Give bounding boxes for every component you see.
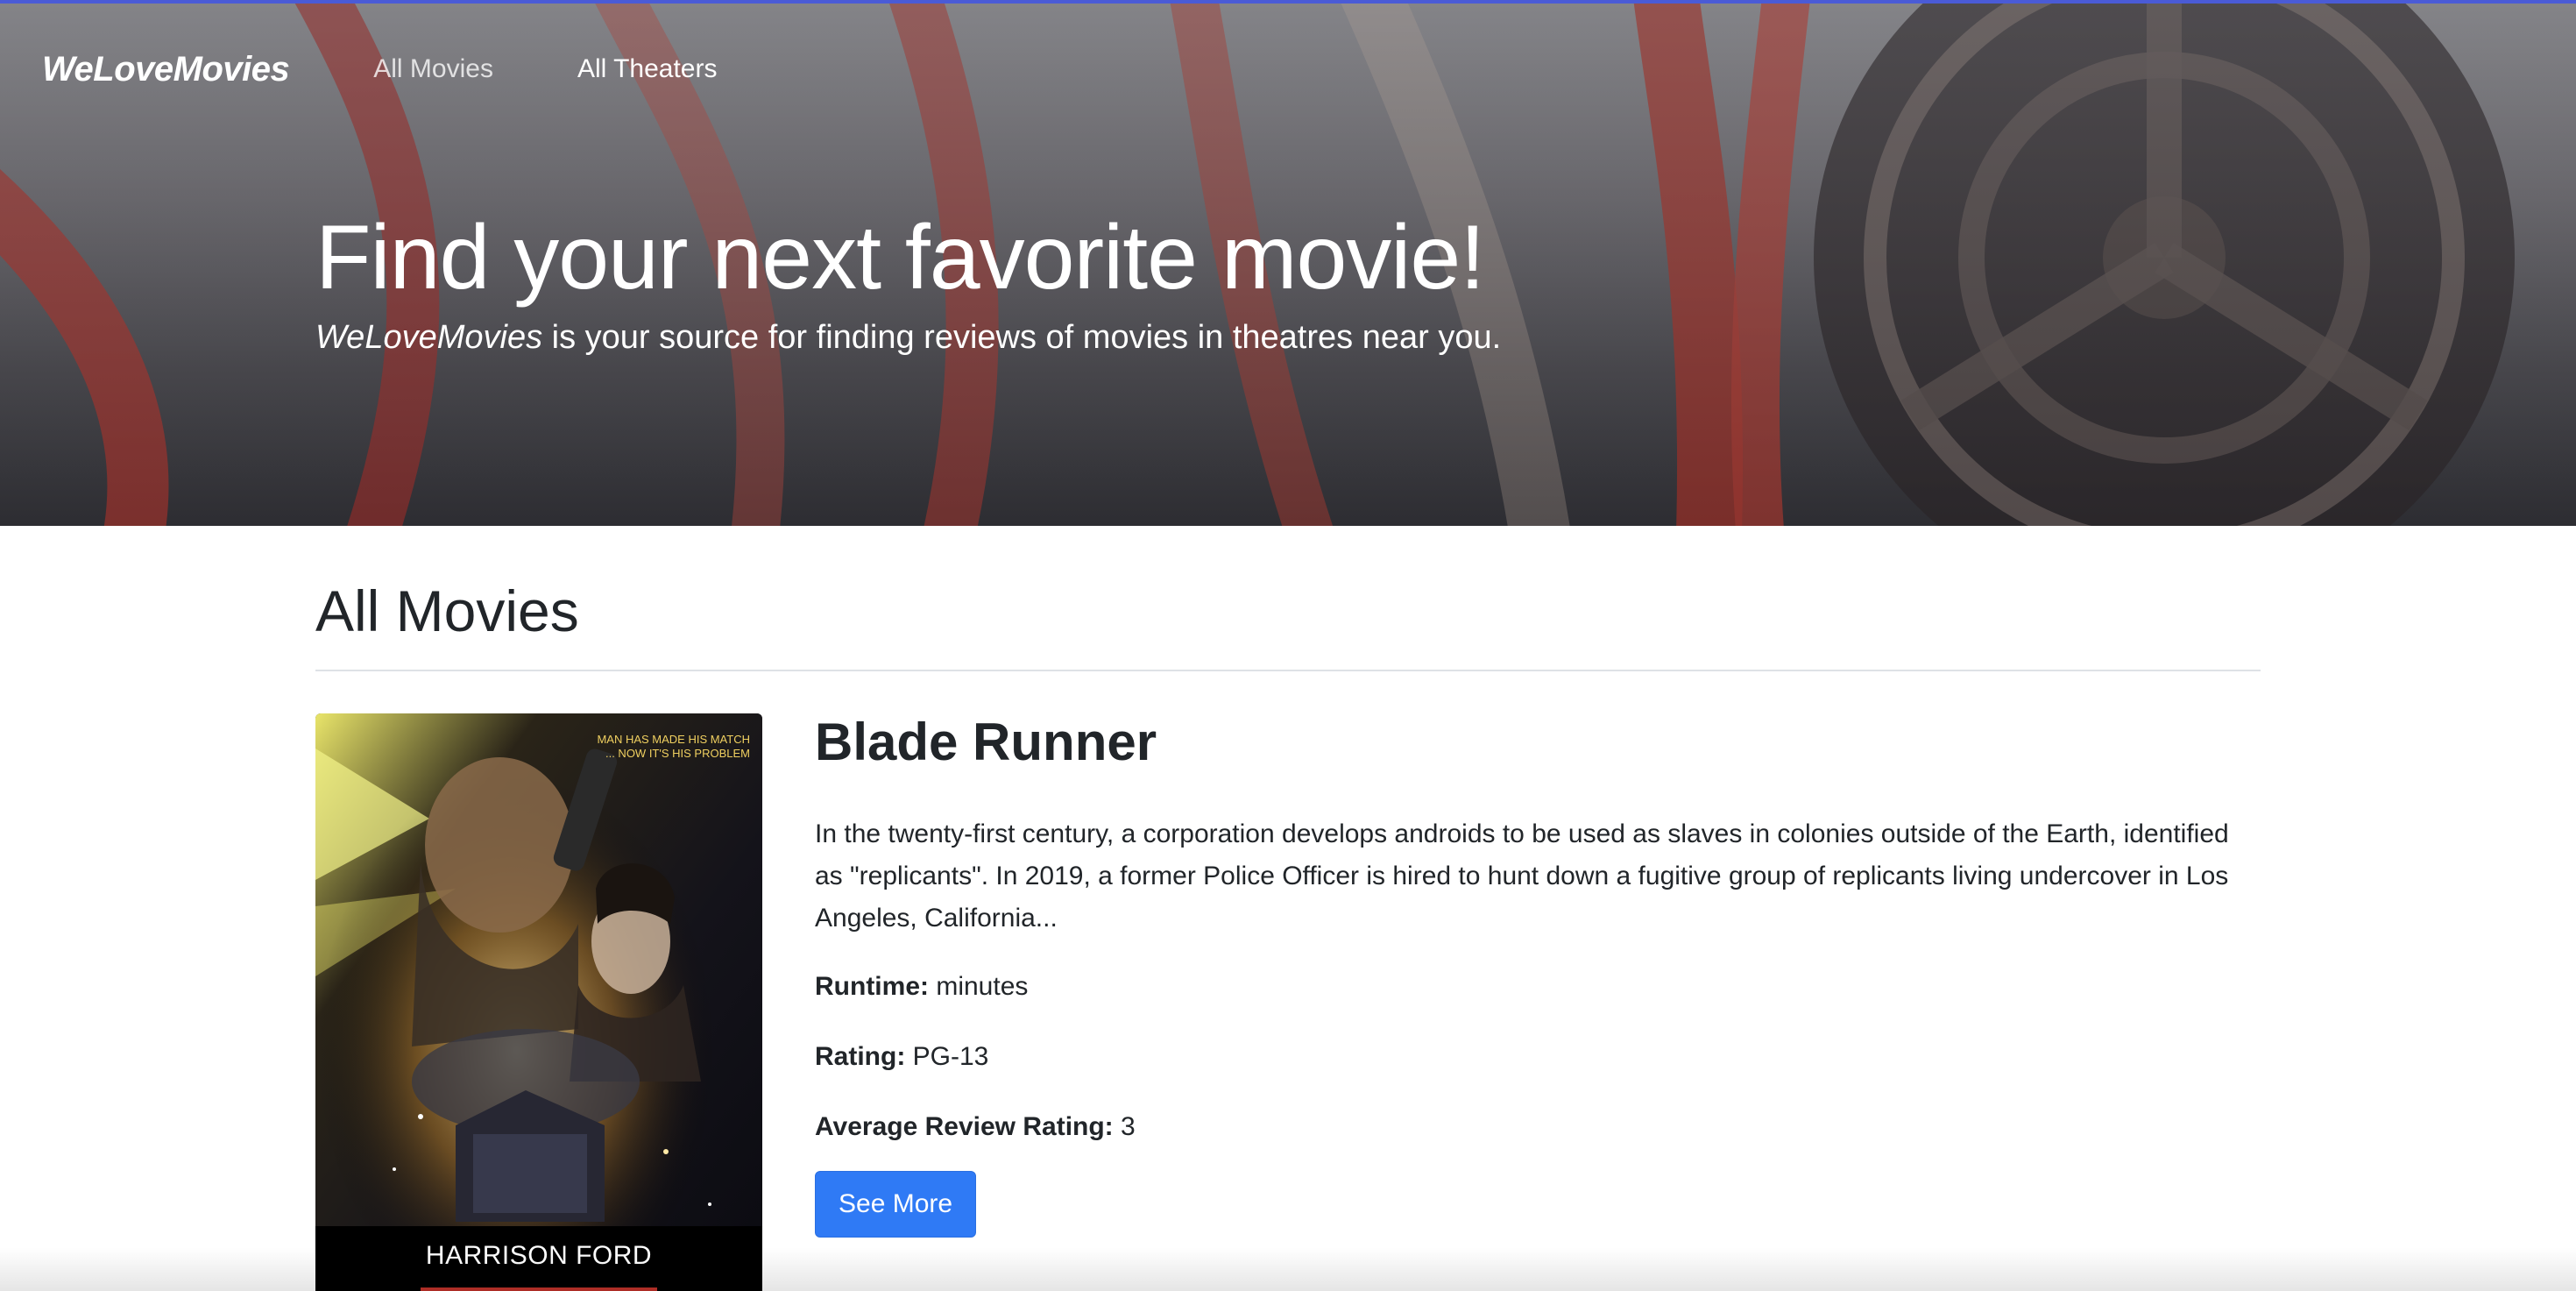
- nav-link-all-theaters[interactable]: All Theaters: [577, 54, 718, 84]
- hero-subtitle-text: is your source for finding reviews of mo…: [542, 319, 1502, 357]
- poster-tagline: MAN HAS MADE HIS MATCH ... NOW IT'S HIS …: [575, 733, 750, 762]
- runtime-value: minutes: [929, 971, 1029, 1001]
- average-rating-label: Average Review Rating:: [815, 1111, 1114, 1141]
- navbar: WeLoveMovies All Movies All Theaters: [0, 4, 2576, 135]
- runtime-label: Runtime:: [815, 971, 929, 1001]
- hero-text: Find your next favorite movie! WeLoveMov…: [315, 207, 1501, 357]
- movie-details: Blade Runner In the twenty-first century…: [815, 713, 2261, 1238]
- movie-runtime: Runtime: minutes: [815, 964, 2261, 1010]
- average-rating-value: 3: [1113, 1111, 1136, 1141]
- hero-subtitle: WeLoveMovies is your source for finding …: [315, 319, 1501, 357]
- poster-artwork: [315, 713, 762, 1291]
- poster-tagline-line2: ... NOW IT'S HIS PROBLEM: [605, 747, 750, 761]
- movie-description: In the twenty-first century, a corporati…: [815, 819, 2229, 933]
- movie-card: MAN HAS MADE HIS MATCH ... NOW IT'S HIS …: [315, 713, 2261, 1291]
- movie-average-rating: Average Review Rating: 3: [815, 1104, 2261, 1150]
- rating-label: Rating:: [815, 1041, 906, 1071]
- movie-poster-image[interactable]: MAN HAS MADE HIS MATCH ... NOW IT'S HIS …: [315, 713, 762, 1291]
- movie-title: Blade Runner: [815, 712, 1157, 771]
- section-title: All Movies: [315, 578, 579, 643]
- section-divider: [315, 669, 2261, 671]
- movie-rating: Rating: PG-13: [815, 1034, 2261, 1080]
- poster-credit: HARRISON FORD: [425, 1240, 653, 1270]
- main-content: All Movies MAN HAS MADE HIS MATCH ... NO…: [315, 526, 2261, 1291]
- nav-link-all-movies[interactable]: All Movies: [373, 54, 493, 84]
- rating-value: PG-13: [905, 1041, 989, 1071]
- brand-logo-link[interactable]: WeLoveMovies: [42, 50, 290, 89]
- see-more-button[interactable]: See More: [815, 1170, 977, 1238]
- hero-subtitle-brand: WeLoveMovies: [315, 319, 543, 357]
- hero-title: Find your next favorite movie!: [315, 207, 1485, 309]
- poster-tagline-line1: MAN HAS MADE HIS MATCH: [597, 732, 750, 746]
- hero-banner: WeLoveMovies All Movies All Theaters Fin…: [0, 0, 2576, 526]
